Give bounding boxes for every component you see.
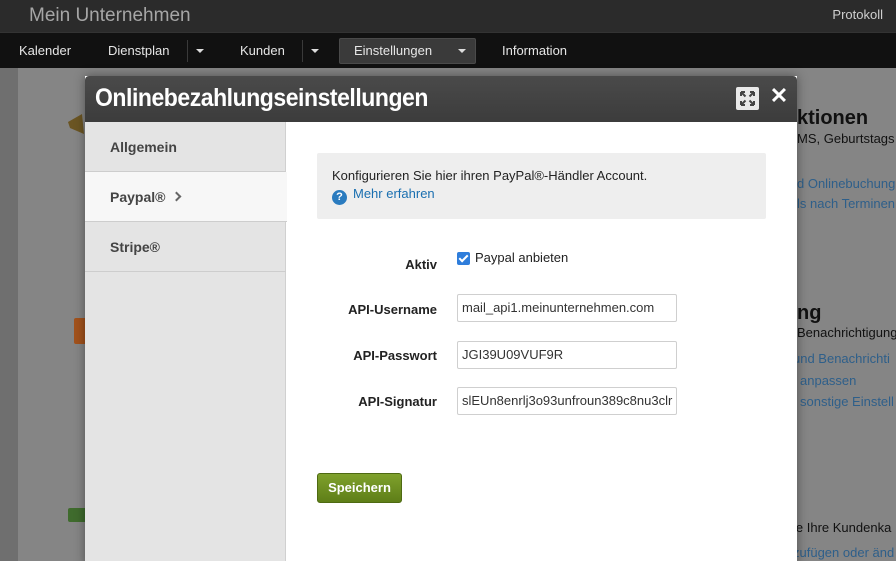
bg-link-anpassen[interactable]: anpassen [800,373,856,388]
nav-item-dienstplan[interactable]: Dienstplan [108,43,169,58]
api-passwort-label: API-Passwort [353,348,437,363]
aktiv-label: Aktiv [405,257,437,272]
close-icon[interactable]: ✕ [768,84,790,108]
main-nav: Kalender Dienstplan Kunden Einstellungen… [0,32,896,68]
payment-settings-modal: Onlinebezahlungseinstellungen ✕ Allgemei… [85,76,797,561]
bg-text-benachrichtigung: Benachrichtigung [797,325,896,340]
api-username-label: API-Username [348,302,437,317]
nav-item-kunden[interactable]: Kunden [240,43,285,58]
tab-stripe[interactable]: Stripe® [85,222,286,272]
bg-link-hinzufuegen[interactable]: zufügen oder änd [793,545,894,560]
help-icon: ? [332,190,347,205]
save-button[interactable]: Speichern [317,473,402,503]
bg-heading-benachrichtigung: ng [797,302,822,324]
info-box: Konfigurieren Sie hier ihren PayPal®-Hän… [317,153,766,219]
modal-title: Onlinebezahlungseinstellungen [95,84,428,112]
nav-item-kalender[interactable]: Kalender [19,43,71,58]
top-bar: Mein Unternehmen Protokoll [0,0,896,32]
bg-link-onlinebuchung[interactable]: d Onlinebuchung [797,176,895,191]
api-username-field[interactable]: mail_api1.meinunternehmen.com [457,294,677,322]
kunden-dropdown-icon[interactable] [302,40,326,62]
mehr-erfahren-label: Mehr erfahren [353,186,435,201]
paypal-aktiv-checkbox[interactable] [457,252,470,265]
app-title: Mein Unternehmen [29,5,191,26]
paypal-anbieten-label[interactable]: Paypal anbieten [475,250,568,265]
bg-heading-aktionen: ktionen [797,107,869,129]
bg-link-benachrichti[interactable]: und Benachrichti [793,351,890,366]
bg-text-kundenkarte: ie Ihre Kundenka [793,520,892,535]
settings-side-tabs: Allgemein Paypal® Stripe® [85,122,287,561]
bg-link-sonstige[interactable]: sonstige Einstell [800,394,894,409]
api-signatur-field[interactable]: slEUn8enrlj3o93unfroun389c8nu3clr [457,387,677,415]
protokoll-link[interactable]: Protokoll [832,7,883,22]
tab-allgemein-label: Allgemein [110,139,177,155]
tab-paypal-label: Paypal® [110,189,166,205]
modal-header: Onlinebezahlungseinstellungen ✕ [85,76,797,122]
bg-text-sms: MS, Geburtstags [797,131,895,146]
api-signatur-label: API-Signatur [358,394,437,409]
chevron-right-icon [172,191,182,202]
info-text: Konfigurieren Sie hier ihren PayPal®-Hän… [332,168,648,183]
tab-stripe-label: Stripe® [110,239,160,255]
api-passwort-field[interactable]: JGI39U09VUF9R [457,341,677,369]
tab-allgemein[interactable]: Allgemein [85,122,286,172]
tab-paypal[interactable]: Paypal® [85,172,287,222]
bg-link-terminen[interactable]: ls nach Terminen [797,196,895,211]
nav-item-einstellungen[interactable]: Einstellungen [354,43,432,58]
dienstplan-dropdown-icon[interactable] [187,40,211,62]
mehr-erfahren-link[interactable]: ? Mehr erfahren [332,186,435,205]
nav-item-information[interactable]: Information [502,43,567,58]
expand-icon[interactable] [736,87,759,110]
einstellungen-dropdown-icon[interactable] [449,40,473,62]
